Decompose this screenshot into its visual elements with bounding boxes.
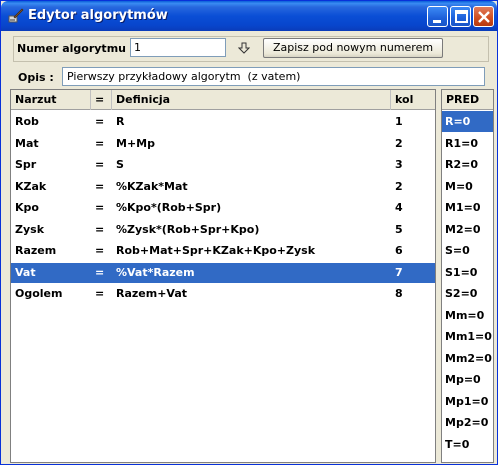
pred-item[interactable]: Mm=0 (442, 305, 493, 326)
minimize-icon (433, 20, 441, 23)
pred-item[interactable]: Mm1=0 (442, 326, 493, 347)
table-row[interactable]: Zysk = %Zysk*(Rob+Spr+Kpo) 5 (11, 220, 435, 240)
description-input[interactable] (62, 67, 485, 86)
description-label: Opis : (18, 71, 54, 84)
cell-kol[interactable]: 4 (391, 198, 435, 218)
cell-eq[interactable]: = (91, 263, 112, 283)
cell-kol[interactable]: 2 (391, 134, 435, 154)
cell-definicja[interactable]: %Vat*Razem (112, 263, 391, 283)
cell-definicja[interactable]: %Zysk*(Rob+Spr+Kpo) (112, 220, 391, 240)
table-row[interactable]: Vat = %Vat*Razem 7 (11, 262, 435, 283)
cell-eq[interactable]: = (91, 155, 112, 175)
pred-item[interactable]: M=0 (442, 176, 493, 197)
table-row[interactable]: Razem = Rob+Mat+Spr+KZak+Kpo+Zysk 6 (11, 241, 435, 261)
cell-definicja[interactable]: Rob+Mat+Spr+KZak+Kpo+Zysk (112, 241, 391, 261)
cell-definicja[interactable]: M+Mp (112, 134, 391, 154)
pred-item[interactable]: M2=0 (442, 219, 493, 240)
cell-eq[interactable]: = (91, 241, 112, 261)
column-header-eq[interactable]: = (91, 90, 112, 110)
cell-narzut[interactable]: Mat (11, 134, 91, 154)
pred-item[interactable]: Mp=0 (442, 369, 493, 390)
table-row[interactable]: KZak = %KZak*Mat 2 (11, 177, 435, 197)
editor-window: Edytor algorytmów Numer algorytmu : Zapi… (0, 0, 498, 465)
cell-narzut[interactable]: Spr (11, 155, 91, 175)
save-new-number-button[interactable]: Zapisz pod nowym numerem (263, 38, 443, 58)
cell-eq[interactable]: = (91, 198, 112, 218)
cell-definicja[interactable]: R (112, 112, 391, 132)
number-label: Numer algorytmu : (17, 42, 135, 55)
cell-narzut[interactable]: KZak (11, 177, 91, 197)
table-row[interactable]: Kpo = %Kpo*(Rob+Spr) 4 (11, 198, 435, 218)
cell-kol[interactable]: 3 (391, 155, 435, 175)
table-header: Narzut = Definicja kol (11, 90, 435, 110)
cell-narzut[interactable]: Zysk (11, 220, 91, 240)
cell-definicja[interactable]: S (112, 155, 391, 175)
cell-kol[interactable]: 7 (391, 263, 435, 283)
cell-kol[interactable]: 8 (391, 284, 435, 304)
cell-narzut[interactable]: Rob (11, 112, 91, 132)
cell-narzut[interactable]: Vat (11, 263, 91, 283)
cell-kol[interactable]: 6 (391, 241, 435, 261)
pred-item[interactable]: Mp2=0 (442, 412, 493, 433)
client-area: Numer algorytmu : Zapisz pod nowym numer… (5, 31, 495, 463)
cell-definicja[interactable]: Razem+Vat (112, 284, 391, 304)
close-icon (478, 11, 490, 23)
cell-definicja[interactable]: %Kpo*(Rob+Spr) (112, 198, 391, 218)
cell-narzut[interactable]: Kpo (11, 198, 91, 218)
close-button[interactable] (473, 6, 494, 27)
pred-item[interactable]: T=0 (442, 434, 493, 455)
pred-list[interactable]: PRED R=0 R1=0 R2=0 M=0 M1=0 M2=0 S=0 S1=0 S2=0 Mm… (441, 89, 494, 463)
cell-eq[interactable]: = (91, 220, 112, 240)
cell-kol[interactable]: 2 (391, 177, 435, 197)
minimize-button[interactable] (427, 6, 448, 27)
algorithm-table[interactable]: Narzut = Definicja kol Rob = R 1 Mat = M+Mp 2 Sp… (10, 89, 436, 463)
maximize-button[interactable] (450, 6, 471, 27)
window-title: Edytor algorytmów (28, 8, 168, 23)
pred-item[interactable]: Mp1=0 (442, 391, 493, 412)
table-row[interactable]: Ogolem = Razem+Vat 8 (11, 284, 435, 304)
pred-header: PRED (442, 90, 493, 110)
pred-item[interactable]: S1=0 (442, 262, 493, 283)
cell-narzut[interactable]: Ogolem (11, 284, 91, 304)
cell-narzut[interactable]: Razem (11, 241, 91, 261)
column-header-definicja[interactable]: Definicja (112, 90, 391, 110)
table-row[interactable]: Spr = S 3 (11, 155, 435, 175)
cell-kol[interactable]: 5 (391, 220, 435, 240)
pred-item[interactable]: M1=0 (442, 197, 493, 218)
table-row[interactable]: Rob = R 1 (11, 112, 435, 132)
cell-kol[interactable]: 1 (391, 112, 435, 132)
brush-icon (8, 8, 24, 23)
cell-definicja[interactable]: %KZak*Mat (112, 177, 391, 197)
column-header-kol[interactable]: kol (391, 90, 435, 110)
pred-item[interactable]: R=0 (442, 111, 493, 132)
arrow-down-icon[interactable] (238, 42, 250, 54)
cell-eq[interactable]: = (91, 284, 112, 304)
table-row[interactable]: Mat = M+Mp 2 (11, 134, 435, 154)
cell-eq[interactable]: = (91, 112, 112, 132)
number-panel: Numer algorytmu : Zapisz pod nowym numer… (13, 36, 489, 62)
pred-item[interactable]: S=0 (442, 240, 493, 261)
titlebar[interactable]: Edytor algorytmów (1, 1, 497, 31)
maximize-icon (455, 10, 468, 23)
pred-item[interactable]: R1=0 (442, 133, 493, 154)
pred-item[interactable]: S2=0 (442, 283, 493, 304)
column-header-narzut[interactable]: Narzut (11, 90, 91, 110)
pred-item[interactable]: Mm2=0 (442, 348, 493, 369)
algorithm-number-input[interactable] (130, 38, 226, 57)
cell-eq[interactable]: = (91, 134, 112, 154)
cell-eq[interactable]: = (91, 177, 112, 197)
pred-item[interactable]: R2=0 (442, 154, 493, 175)
